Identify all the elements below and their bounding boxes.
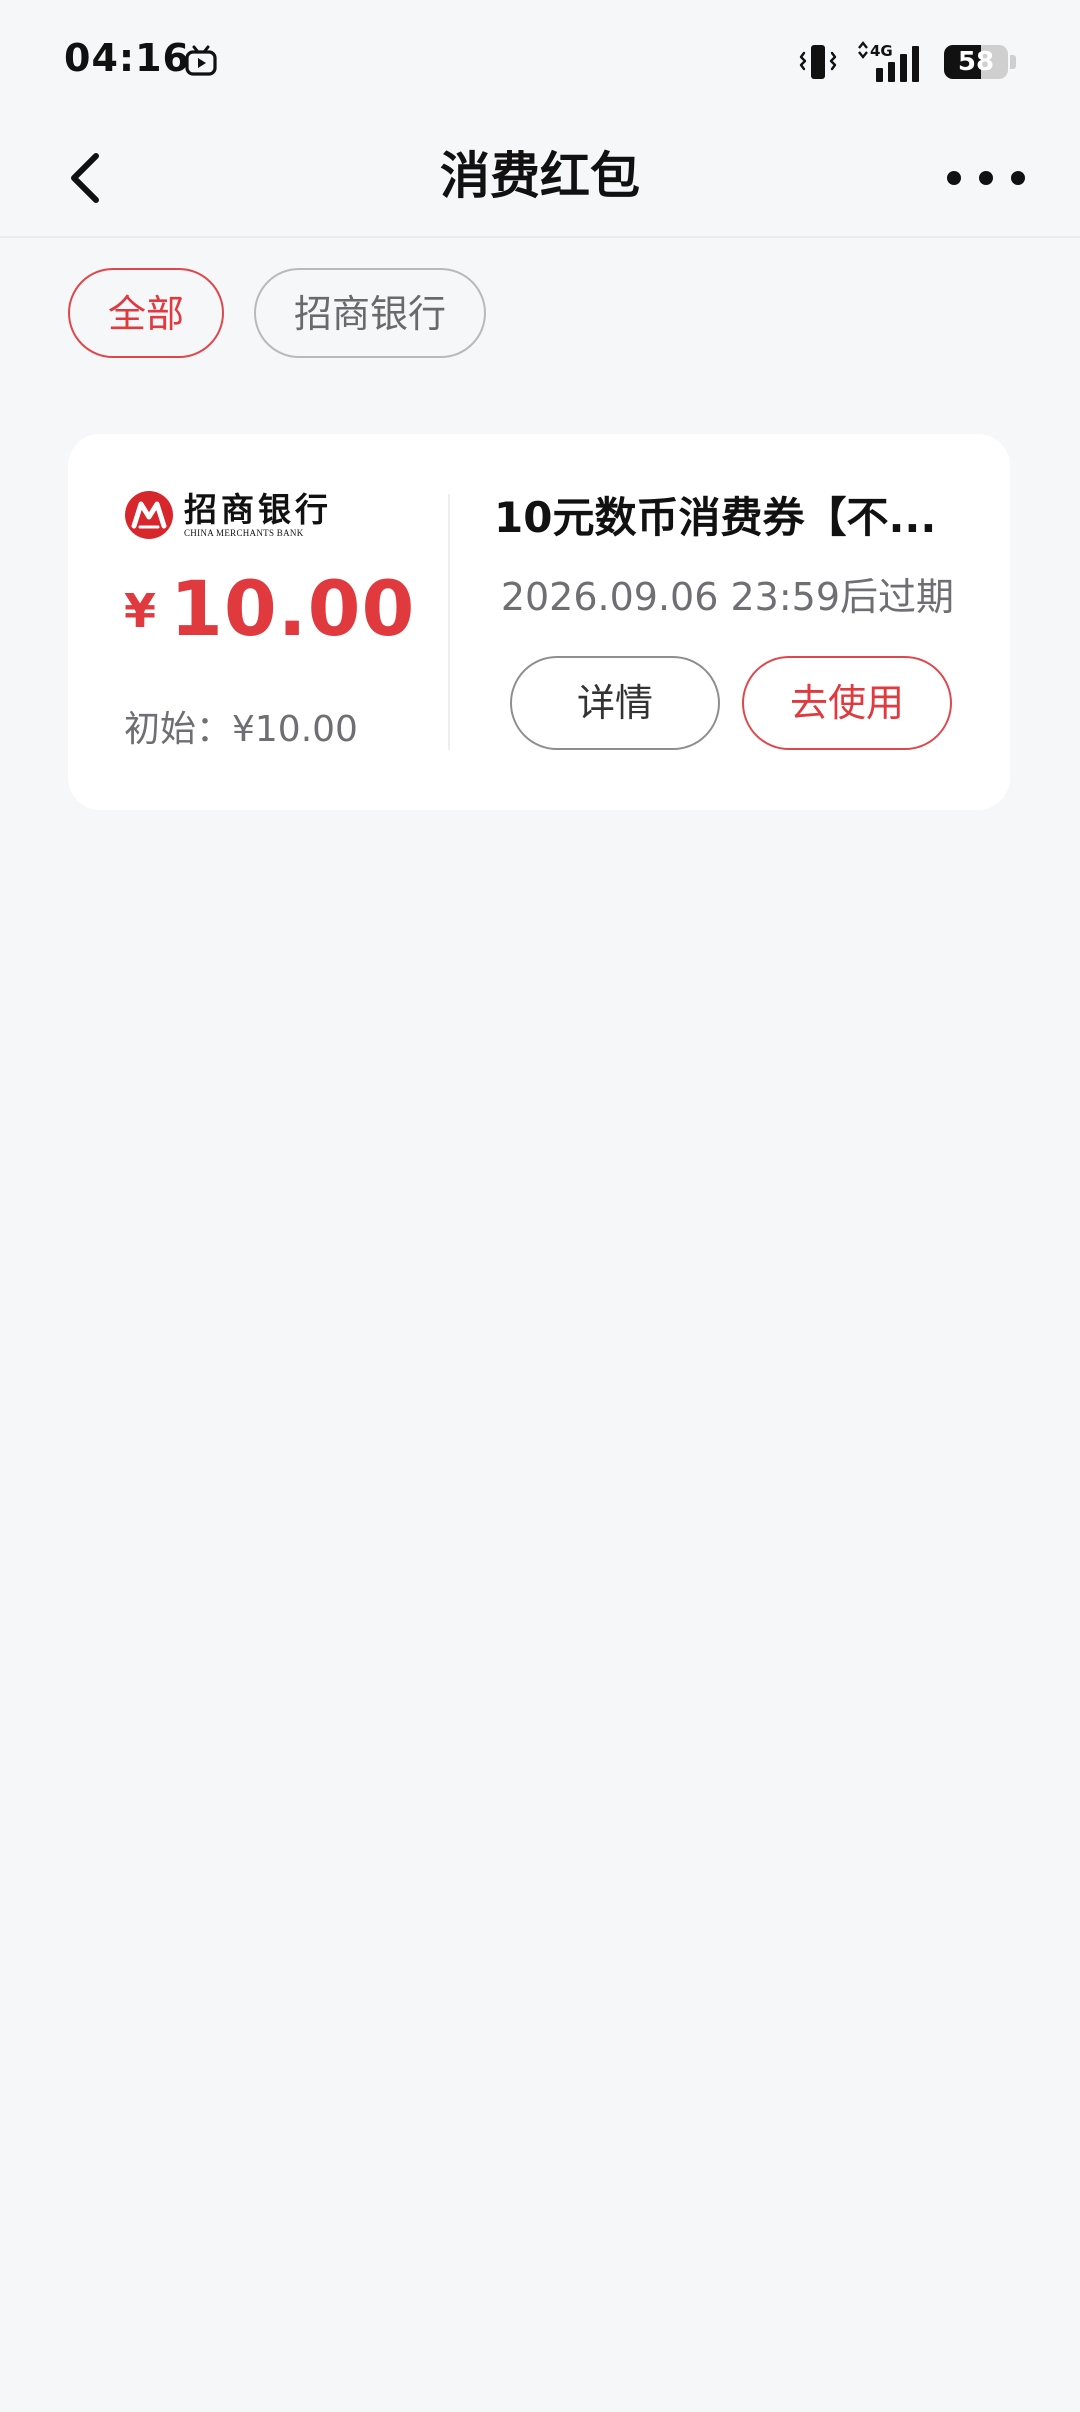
coupon-expiry: 2026.09.06 23:59后过期 [500, 575, 954, 619]
bank-logo: 招商银行 CHINA MERCHANTS BANK [124, 490, 332, 540]
vibrate-icon [799, 45, 837, 79]
coupon-actions: 详情 去使用 [510, 656, 952, 750]
network-type-text: 4G [870, 42, 893, 60]
cmb-logo-icon [125, 491, 173, 539]
amount-value: 10.00 [170, 564, 416, 653]
status-bar: 04:16 4G 58 [0, 0, 1080, 120]
filter-chip-all[interactable]: 全部 [68, 268, 225, 358]
filter-chip-cmb[interactable]: 招商银行 [254, 268, 487, 358]
coupon-card[interactable]: 招商银行 CHINA MERCHANTS BANK ¥10.00 初始：¥10.… [68, 434, 1010, 810]
coupon-amount: ¥10.00 [124, 564, 415, 653]
bank-name-en: CHINA MERCHANTS BANK [184, 527, 304, 538]
more-options-icon[interactable] [936, 142, 1036, 214]
filter-chips: 全部 招商银行 [68, 268, 487, 358]
use-coupon-button[interactable]: 去使用 [742, 656, 952, 750]
bank-name-cn: 招商银行 [184, 489, 332, 529]
tv-app-icon [185, 45, 217, 76]
nav-bar: 消费红包 [0, 120, 1080, 238]
status-icons: 4G 58 [798, 38, 1016, 86]
initial-amount: 初始：¥10.00 [124, 709, 358, 750]
battery-indicator: 58 [944, 45, 1008, 79]
coupon-info-section: 10元数币消费券【不... 2026.09.06 23:59后过期 详情 去使用 [450, 434, 1010, 810]
details-button[interactable]: 详情 [510, 656, 720, 750]
page-title: 消费红包 [440, 147, 640, 205]
currency-symbol: ¥ [124, 584, 157, 638]
coupon-title: 10元数币消费券【不... [494, 493, 937, 542]
battery-nub [1010, 55, 1016, 69]
bank-logo-text: 招商银行 CHINA MERCHANTS BANK [184, 489, 332, 539]
signal-4g-icon: 4G [858, 41, 919, 82]
status-time: 04:16 [64, 36, 190, 80]
coupon-value-section: 招商银行 CHINA MERCHANTS BANK ¥10.00 初始：¥10.… [68, 434, 450, 810]
battery-text: 58 [957, 47, 995, 77]
